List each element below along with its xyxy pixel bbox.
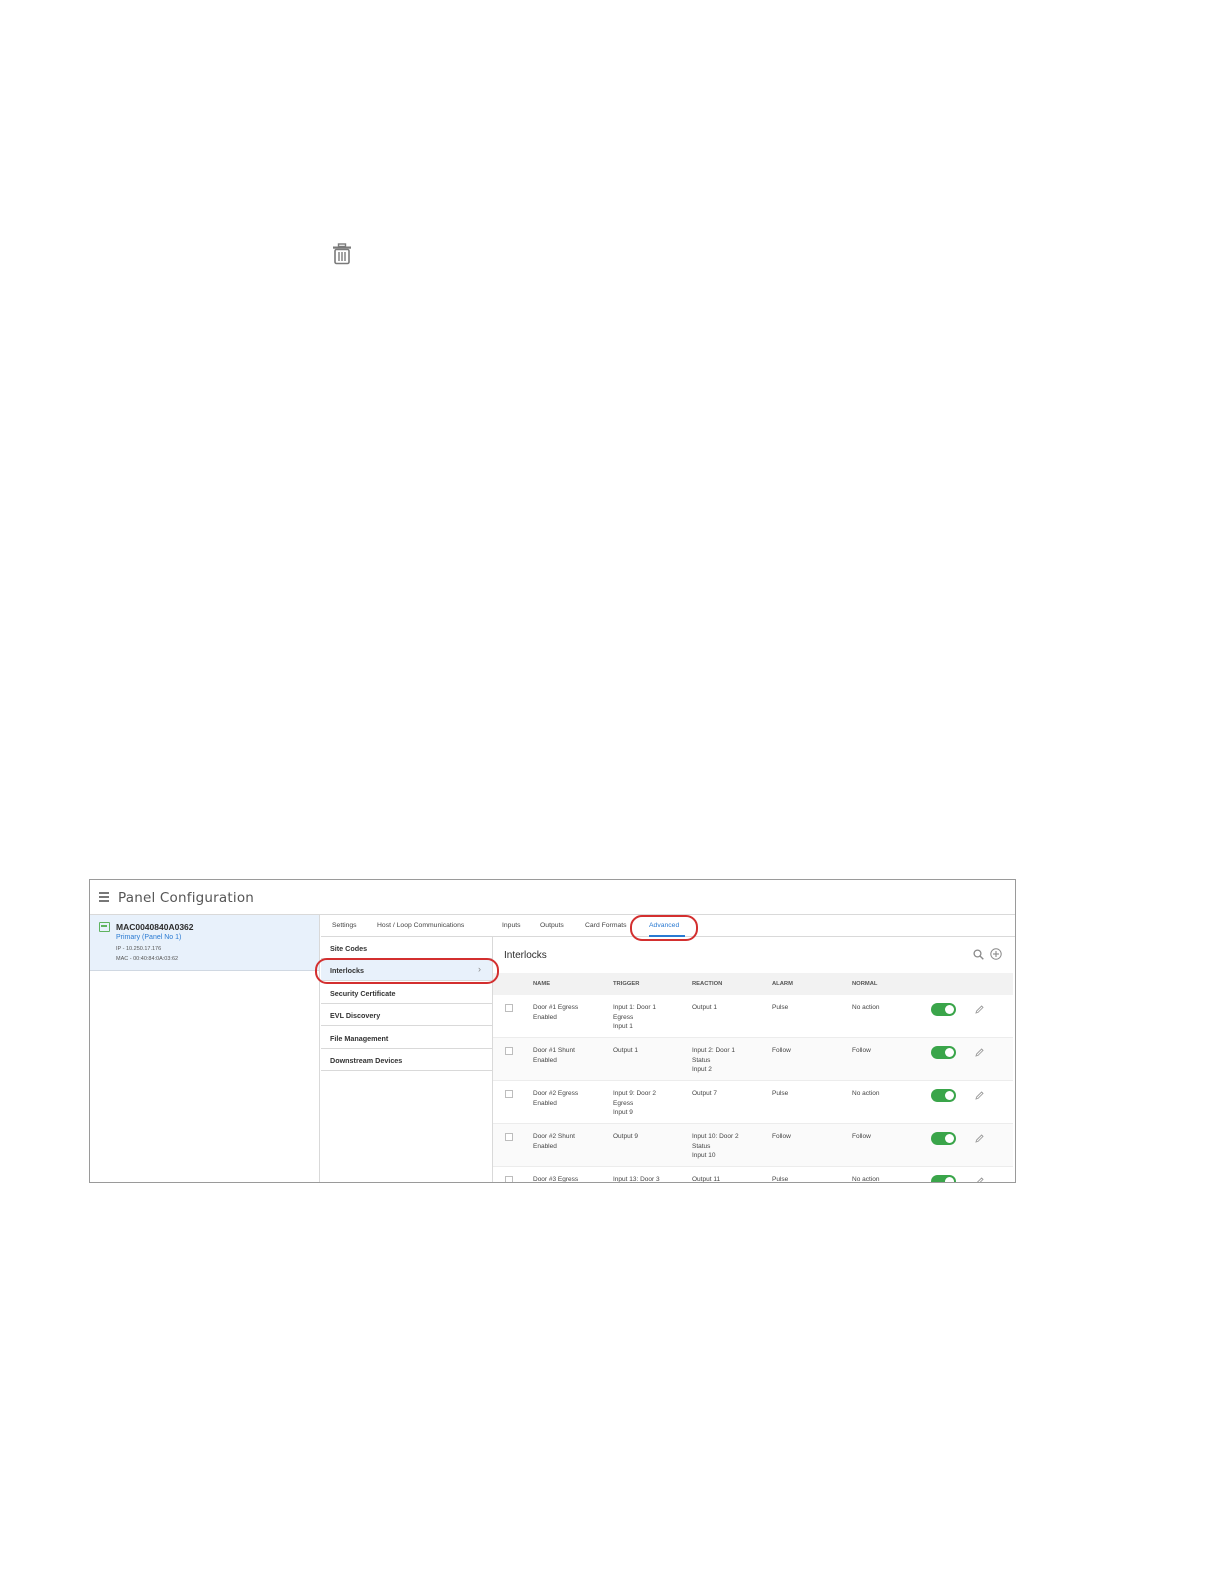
section-title: Interlocks (504, 950, 547, 961)
cell-reaction: Output 1 (692, 1004, 717, 1011)
cell-normal: No action (852, 1176, 880, 1183)
table-row[interactable]: Door #1 Shunt Enabled Output 1 Input 2: … (493, 1038, 1013, 1081)
enabled-toggle[interactable] (931, 1132, 956, 1145)
page-title: Panel Configuration (118, 890, 255, 906)
cell-name: Door #2 Egress Enabled (533, 1090, 579, 1107)
column-header-normal[interactable]: NORMAL (852, 981, 877, 987)
subnav-item-security-certificate[interactable]: Security Certificate (321, 982, 492, 1004)
subnav-item-evl-discovery[interactable]: EVL Discovery (321, 1004, 492, 1026)
cell-alarm: Pulse (772, 1090, 789, 1097)
panel-ip: IP - 10.250.17.176 (116, 946, 162, 952)
table-row[interactable]: Door #3 Egress Input 13: Door 3 Output 1… (493, 1167, 1013, 1183)
tab-outputs[interactable]: Outputs (540, 922, 564, 929)
cell-alarm: Pulse (772, 1176, 789, 1183)
edit-pencil-icon[interactable] (975, 1177, 984, 1183)
row-checkbox[interactable] (505, 1047, 513, 1055)
cell-name: Door #1 Egress Enabled (533, 1004, 579, 1021)
cell-normal: No action (852, 1004, 880, 1011)
tab-card-formats[interactable]: Card Formats (585, 922, 627, 929)
panel-mac: MAC - 00:40:84:0A:03:62 (116, 956, 179, 962)
column-header-trigger[interactable]: TRIGGER (613, 981, 639, 987)
row-checkbox[interactable] (505, 1133, 513, 1141)
app-bar: Panel Configuration (90, 880, 1015, 915)
panel-name: MAC0040840A0362 (116, 922, 194, 932)
enabled-toggle[interactable] (931, 1046, 956, 1059)
subnav-item-label: Site Codes (330, 944, 368, 953)
enabled-toggle[interactable] (931, 1175, 956, 1182)
add-circle-icon[interactable] (990, 948, 1002, 960)
enabled-toggle[interactable] (931, 1003, 956, 1016)
panel-card[interactable]: MAC0040840A0362 Primary (Panel No 1) IP … (90, 915, 319, 971)
cell-reaction: Input 10: Door 2 Status Input 10 (692, 1133, 739, 1159)
edit-pencil-icon[interactable] (975, 1091, 984, 1100)
row-checkbox[interactable] (505, 1090, 513, 1098)
trash-icon[interactable] (332, 243, 352, 265)
cell-alarm: Follow (772, 1047, 791, 1054)
panel-list: MAC0040840A0362 Primary (Panel No 1) IP … (90, 915, 320, 1182)
row-checkbox[interactable] (505, 1176, 513, 1182)
cell-reaction: Output 11 (692, 1176, 721, 1183)
subnav-item-downstream-devices[interactable]: Downstream Devices (321, 1049, 492, 1071)
column-header-name[interactable]: NAME (533, 981, 550, 987)
row-checkbox[interactable] (505, 1004, 513, 1012)
advanced-tab-highlight (630, 915, 698, 941)
cell-trigger: Output 9 (613, 1133, 638, 1140)
hamburger-icon[interactable] (99, 892, 109, 902)
edit-pencil-icon[interactable] (975, 1005, 984, 1014)
cell-normal: No action (852, 1090, 880, 1097)
cell-trigger: Input 13: Door 3 (613, 1176, 660, 1183)
enabled-toggle[interactable] (931, 1089, 956, 1102)
panel-icon (99, 922, 110, 932)
panel-role: Primary (Panel No 1) (116, 934, 182, 941)
cell-reaction: Input 2: Door 1 Status Input 2 (692, 1047, 735, 1073)
table-row[interactable]: Door #2 Shunt Enabled Output 9 Input 10:… (493, 1124, 1013, 1167)
cell-trigger: Output 1 (613, 1047, 638, 1054)
cell-trigger: Input 1: Door 1 Egress Input 1 (613, 1004, 656, 1030)
cell-normal: Follow (852, 1047, 871, 1054)
subnav-item-label: Security Certificate (330, 989, 396, 998)
column-header-reaction[interactable]: REACTION (692, 981, 722, 987)
cell-name: Door #3 Egress (533, 1176, 579, 1183)
panel-configuration-screenshot: Panel Configuration MAC0040840A0362 Prim… (89, 879, 1016, 1183)
subnav-item-label: File Management (330, 1034, 389, 1043)
edit-pencil-icon[interactable] (975, 1134, 984, 1143)
subnav-item-label: Downstream Devices (330, 1056, 403, 1065)
interlocks-highlight (315, 958, 499, 984)
search-icon[interactable] (973, 949, 984, 960)
table-row[interactable]: Door #1 Egress Enabled Input 1: Door 1 E… (493, 995, 1013, 1038)
tab-host-loop-communications[interactable]: Host / Loop Communications (377, 922, 464, 929)
tab-inputs[interactable]: Inputs (502, 922, 521, 929)
cell-normal: Follow (852, 1133, 871, 1140)
cell-reaction: Output 7 (692, 1090, 717, 1097)
subnav-item-label: EVL Discovery (330, 1011, 381, 1020)
cell-trigger: Input 9: Door 2 Egress Input 9 (613, 1090, 656, 1116)
cell-alarm: Pulse (772, 1004, 789, 1011)
edit-pencil-icon[interactable] (975, 1048, 984, 1057)
subnav-item-site-codes[interactable]: Site Codes (321, 937, 492, 959)
subnav-item-file-management[interactable]: File Management (321, 1027, 492, 1049)
cell-alarm: Follow (772, 1133, 791, 1140)
column-header-alarm[interactable]: ALARM (772, 981, 793, 987)
cell-name: Door #2 Shunt Enabled (533, 1133, 575, 1150)
table-row[interactable]: Door #2 Egress Enabled Input 9: Door 2 E… (493, 1081, 1013, 1124)
cell-name: Door #1 Shunt Enabled (533, 1047, 575, 1064)
table-header: NAME TRIGGER REACTION ALARM NORMAL (493, 973, 1013, 995)
tab-settings[interactable]: Settings (332, 922, 357, 929)
interlocks-panel: Interlocks NAME TRIGGER REACTION ALARM N… (493, 937, 1015, 1183)
